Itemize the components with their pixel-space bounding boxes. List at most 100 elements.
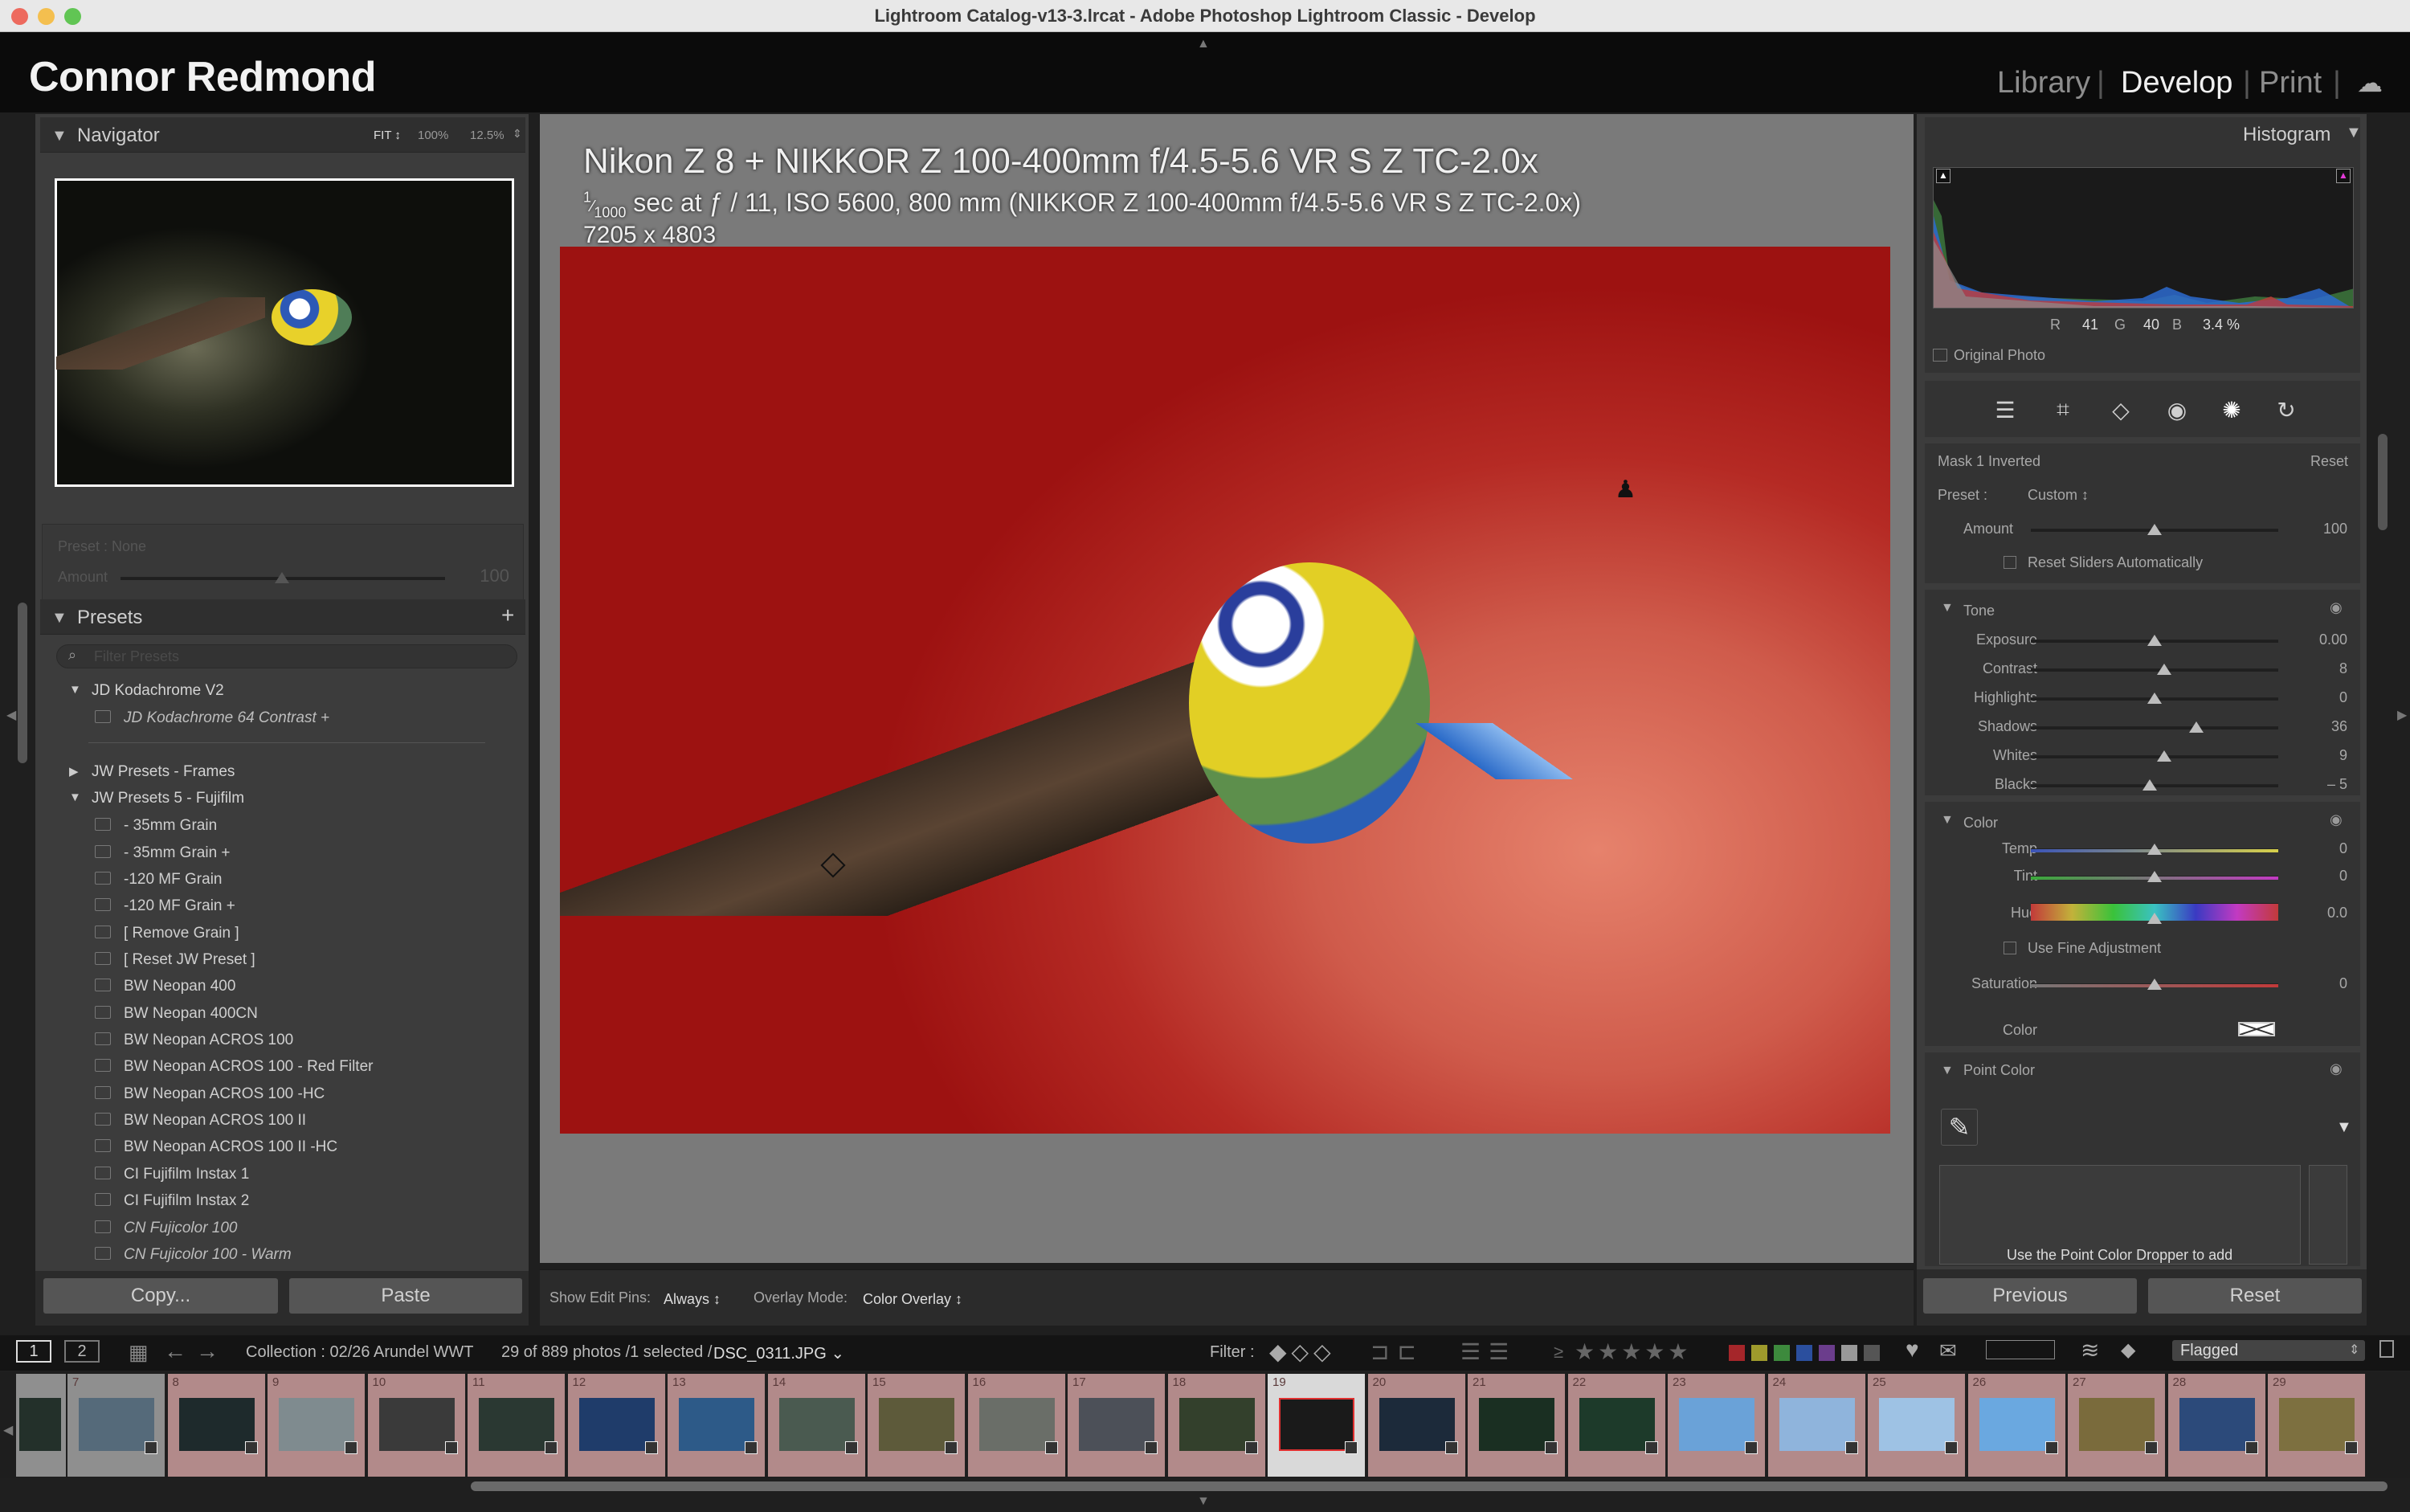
collapse-left-panel-icon[interactable]: ◀ [6,707,16,723]
expand-group-icon[interactable]: ▶ [69,764,79,778]
preset-group[interactable]: JW Presets - Frames [92,763,235,781]
zoom-stepper-icon[interactable]: ⇕ [513,127,522,141]
right-scrollbar[interactable] [2378,434,2388,530]
label-green-filter[interactable] [1774,1345,1790,1361]
identity-plate[interactable]: Connor Redmond [29,53,377,101]
collapse-triangle-icon[interactable]: ▼ [51,609,67,627]
label-custom-filter[interactable] [1841,1345,1857,1361]
zoom-12-5[interactable]: 12.5% [470,129,504,142]
filmstrip-scrollbar[interactable] [471,1481,2388,1491]
filmstrip-cell[interactable]: 23 [1668,1374,1766,1477]
preset-item[interactable]: JD Kodachrome 64 Contrast + [124,709,329,727]
preset-item[interactable]: - 35mm Grain + [124,844,231,862]
edit-filter-icons[interactable]: ⊐⊏ [1370,1338,1424,1365]
shadow-clipping-icon[interactable]: ▲ [1936,169,1950,183]
collapse-triangle-icon[interactable]: ▼ [1941,1064,1954,1078]
history-redo-icon[interactable]: ↻ [2273,397,2299,423]
collapse-triangle-icon[interactable]: ▼ [51,127,67,145]
filmstrip-cell-selected[interactable]: 19 [1268,1374,1366,1477]
hue-thumb[interactable] [2147,913,2162,924]
left-scrollbar[interactable] [18,603,27,763]
filter-preset-select[interactable]: Flagged ⇕ [2172,1340,2365,1361]
tint-thumb[interactable] [2147,871,2162,882]
label-yellow-filter[interactable] [1751,1345,1767,1361]
diamond-icon[interactable]: ◆ [2121,1338,2135,1362]
grid-view-icon[interactable]: ▦ [129,1340,149,1365]
collapse-bottom-panel-icon[interactable]: ▼ [1197,1494,1210,1509]
filmstrip-cell[interactable]: 8 [167,1374,266,1477]
filmstrip-cell[interactable]: 9 [268,1374,366,1477]
preset-item[interactable]: BW Neopan ACROS 100 - Red Filter [124,1058,373,1076]
collapse-triangle-icon[interactable]: ▼ [2346,124,2362,142]
filmstrip-cell[interactable]: 15 [868,1374,966,1477]
expand-group-icon[interactable]: ▼ [69,683,81,697]
reset-button[interactable]: Reset [2148,1278,2362,1314]
paste-button[interactable]: Paste [289,1278,522,1314]
tone-slider-track[interactable] [2031,726,2278,729]
back-arrow-icon[interactable]: ← [164,1338,186,1364]
tone-slider-thumb[interactable] [2142,779,2157,791]
collapse-triangle-icon[interactable]: ▼ [1941,813,1954,828]
visibility-eye-icon[interactable]: ◉ [2330,811,2343,828]
mask-preset-select[interactable]: Custom ↕ [2028,487,2089,504]
expand-group-icon[interactable]: ▼ [69,791,81,804]
point-color-mini-swatch[interactable] [2309,1165,2347,1265]
flag-filter-icons[interactable]: ◆◇◇ [1269,1338,1336,1365]
filmstrip-cell[interactable]: 26 [1967,1374,2066,1477]
zoom-100[interactable]: 100% [418,129,448,142]
primary-window-button[interactable]: 1 [16,1340,51,1363]
preset-item[interactable]: BW Neopan 400 [124,978,235,995]
preset-group[interactable]: JW Presets 5 - Fujifilm [92,790,244,807]
label-none-filter[interactable] [1864,1345,1880,1361]
filmstrip-cell[interactable]: 21 [1468,1374,1566,1477]
collapse-triangle-icon[interactable]: ▼ [1941,601,1954,615]
preset-group[interactable]: JD Kodachrome V2 [92,682,224,700]
heart-icon[interactable]: ♥ [1906,1337,1919,1363]
edit-sliders-icon[interactable]: ☰ [1992,397,2018,423]
preset-item[interactable]: BW Neopan ACROS 100 [124,1032,293,1049]
color-swatch-none-icon[interactable] [2238,1022,2275,1036]
tone-slider-thumb[interactable] [2189,721,2204,733]
heal-eraser-icon[interactable]: ◇ [2108,397,2134,423]
tone-slider-track[interactable] [2031,668,2278,672]
tone-slider-thumb[interactable] [2157,750,2171,762]
preset-item[interactable]: [ Remove Grain ] [124,925,239,942]
forward-arrow-icon[interactable]: → [196,1338,219,1364]
module-library[interactable]: Library [1997,66,2090,100]
filmstrip-cell[interactable]: 14 [767,1374,866,1477]
histogram-graph[interactable] [1933,167,2354,309]
layers-icon[interactable]: ≋ [2081,1337,2099,1363]
red-eye-icon[interactable]: ◉ [2164,397,2190,423]
eyedropper-icon[interactable]: ✎ [1941,1109,1978,1146]
filmstrip-cell-partial[interactable] [16,1374,66,1477]
filmstrip-cell[interactable]: 18 [1167,1374,1266,1477]
preset-filter-input[interactable]: ⌕ Filter Presets [56,644,517,668]
filmstrip-cell[interactable]: 13 [668,1374,766,1477]
secondary-window-button[interactable]: 2 [64,1340,100,1363]
label-red-filter[interactable] [1729,1345,1745,1361]
preset-item[interactable]: BW Neopan 400CN [124,1005,258,1023]
kind-filter-icons[interactable] [1986,1340,2055,1359]
collapse-filmstrip-left-icon[interactable]: ◀ [3,1422,13,1438]
filmstrip-cell[interactable]: 27 [2068,1374,2166,1477]
filmstrip-cell[interactable]: 24 [1767,1374,1866,1477]
highlight-clipping-icon[interactable]: ▲ [2336,169,2351,183]
preset-item[interactable]: -120 MF Grain + [124,897,235,915]
preset-item[interactable]: [ Reset JW Preset ] [124,951,255,969]
masking-icon[interactable]: ✺ [2219,397,2245,423]
comment-icon[interactable]: ✉ [1939,1338,1957,1363]
collection-name[interactable]: Collection : 02/26 Arundel WWT [246,1343,473,1362]
preset-item[interactable]: - 35mm Grain [124,817,217,835]
cloud-sync-icon[interactable]: ☁ [2357,67,2383,98]
tone-slider-track[interactable] [2031,755,2278,758]
preset-item[interactable]: BW Neopan ACROS 100 II -HC [124,1138,337,1156]
tone-slider-thumb[interactable] [2147,635,2162,646]
filmstrip-cell[interactable]: 12 [567,1374,666,1477]
mask-amount-thumb[interactable] [2147,524,2162,535]
quick-preset-amount-thumb[interactable] [275,572,289,583]
preset-item[interactable]: CN Fujicolor 100 - Warm [124,1246,292,1264]
filmstrip-cell[interactable]: 25 [1868,1374,1966,1477]
collapse-right-panel-icon[interactable]: ▶ [2397,707,2407,723]
filmstrip-cell[interactable]: 10 [367,1374,466,1477]
preset-item[interactable]: -120 MF Grain [124,871,222,889]
